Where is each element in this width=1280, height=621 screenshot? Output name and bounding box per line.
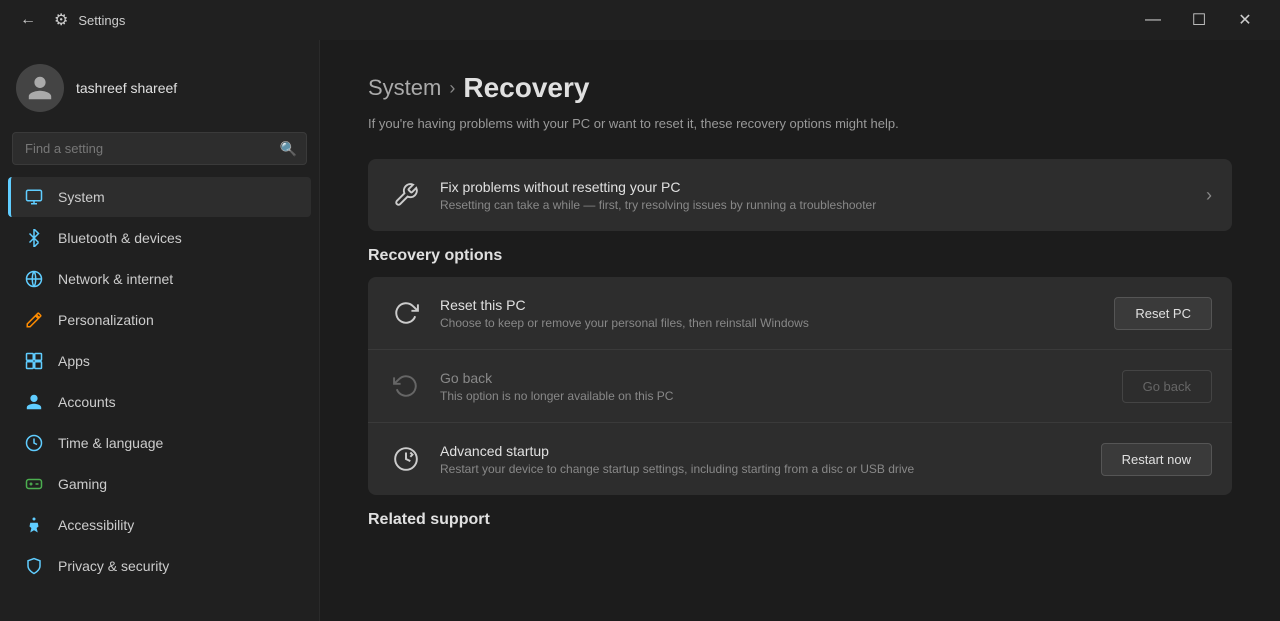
search-icon: 🔍 [280, 140, 297, 157]
sidebar-item-privacy-label: Privacy & security [58, 558, 169, 574]
sidebar-item-personalization[interactable]: Personalization [8, 300, 311, 340]
fix-problems-card: Fix problems without resetting your PC R… [368, 159, 1232, 231]
fix-problems-title: Fix problems without resetting your PC [440, 179, 1190, 195]
minimize-button[interactable]: — [1130, 4, 1176, 36]
personalization-icon [24, 310, 44, 330]
accessibility-icon [24, 515, 44, 535]
privacy-icon [24, 556, 44, 576]
fix-problems-item[interactable]: Fix problems without resetting your PC R… [368, 159, 1232, 231]
advanced-startup-item: Advanced startup Restart your device to … [368, 423, 1232, 495]
window-controls: — ☐ ✕ [1130, 4, 1268, 36]
network-icon [24, 269, 44, 289]
bluetooth-icon [24, 228, 44, 248]
window-title: Settings [78, 13, 125, 28]
system-icon [24, 187, 44, 207]
advanced-icon [388, 441, 424, 477]
goback-icon [388, 368, 424, 404]
advanced-startup-title: Advanced startup [440, 443, 1085, 459]
recovery-options-title: Recovery options [368, 247, 1232, 265]
go-back-item: Go back This option is no longer availab… [368, 350, 1232, 423]
breadcrumb-parent[interactable]: System [368, 75, 441, 101]
sidebar-item-personalization-label: Personalization [58, 312, 154, 328]
related-support-title: Related support [368, 511, 1232, 529]
go-back-title: Go back [440, 370, 1106, 386]
search-input[interactable] [12, 132, 307, 165]
close-button[interactable]: ✕ [1222, 4, 1268, 36]
time-icon [24, 433, 44, 453]
advanced-startup-text: Advanced startup Restart your device to … [440, 443, 1085, 476]
back-button[interactable]: ← [12, 4, 44, 36]
reset-pc-item: Reset this PC Choose to keep or remove y… [368, 277, 1232, 350]
sidebar-item-bluetooth[interactable]: Bluetooth & devices [8, 218, 311, 258]
sidebar-item-apps[interactable]: Apps [8, 341, 311, 381]
reset-pc-desc: Choose to keep or remove your personal f… [440, 316, 1098, 330]
go-back-text: Go back This option is no longer availab… [440, 370, 1106, 403]
username: tashreef shareef [76, 80, 177, 96]
reset-pc-title: Reset this PC [440, 297, 1098, 313]
reset-icon [388, 295, 424, 331]
sidebar-item-time[interactable]: Time & language [8, 423, 311, 463]
fix-problems-text: Fix problems without resetting your PC R… [440, 179, 1190, 212]
go-back-button[interactable]: Go back [1122, 370, 1212, 403]
sidebar-item-accessibility-label: Accessibility [58, 517, 134, 533]
content-area: System › Recovery If you're having probl… [320, 40, 1280, 621]
app-icon: ⚙ [54, 10, 68, 30]
sidebar-item-network-label: Network & internet [58, 271, 173, 287]
maximize-button[interactable]: ☐ [1176, 4, 1222, 36]
reset-pc-action: Reset PC [1114, 297, 1212, 330]
sidebar-item-gaming[interactable]: Gaming [8, 464, 311, 504]
apps-icon [24, 351, 44, 371]
page-subtitle: If you're having problems with your PC o… [368, 116, 1232, 131]
go-back-desc: This option is no longer available on th… [440, 389, 1106, 403]
gaming-icon [24, 474, 44, 494]
sidebar-item-accounts-label: Accounts [58, 394, 116, 410]
advanced-startup-action: Restart now [1101, 443, 1212, 476]
user-profile[interactable]: tashreef shareef [0, 56, 319, 132]
advanced-startup-desc: Restart your device to change startup se… [440, 462, 1085, 476]
sidebar: tashreef shareef 🔍 System Bluetooth & de… [0, 40, 320, 621]
sidebar-item-system-label: System [58, 189, 105, 205]
restart-now-button[interactable]: Restart now [1101, 443, 1212, 476]
app-layout: tashreef shareef 🔍 System Bluetooth & de… [0, 40, 1280, 621]
titlebar: ← ⚙ Settings — ☐ ✕ [0, 0, 1280, 40]
sidebar-item-system[interactable]: System [8, 177, 311, 217]
reset-pc-button[interactable]: Reset PC [1114, 297, 1212, 330]
fix-problems-desc: Resetting can take a while — first, try … [440, 198, 1190, 212]
breadcrumb: System › Recovery [368, 72, 1232, 104]
sidebar-item-apps-label: Apps [58, 353, 90, 369]
reset-pc-text: Reset this PC Choose to keep or remove y… [440, 297, 1098, 330]
sidebar-item-time-label: Time & language [58, 435, 163, 451]
accounts-icon [24, 392, 44, 412]
avatar [16, 64, 64, 112]
chevron-right-icon: › [1206, 185, 1212, 206]
breadcrumb-arrow: › [449, 78, 455, 99]
recovery-options-card: Reset this PC Choose to keep or remove y… [368, 277, 1232, 495]
sidebar-item-bluetooth-label: Bluetooth & devices [58, 230, 182, 246]
page-title: Recovery [463, 72, 589, 104]
sidebar-item-gaming-label: Gaming [58, 476, 107, 492]
sidebar-item-network[interactable]: Network & internet [8, 259, 311, 299]
fix-problems-action: › [1206, 185, 1212, 206]
sidebar-item-accounts[interactable]: Accounts [8, 382, 311, 422]
go-back-action: Go back [1122, 370, 1212, 403]
sidebar-item-privacy[interactable]: Privacy & security [8, 546, 311, 586]
wrench-icon [388, 177, 424, 213]
sidebar-item-accessibility[interactable]: Accessibility [8, 505, 311, 545]
search-box[interactable]: 🔍 [12, 132, 307, 165]
